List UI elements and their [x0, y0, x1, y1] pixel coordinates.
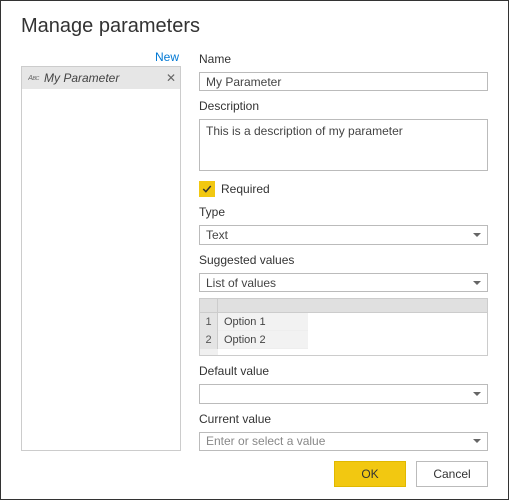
new-parameter-link[interactable]: New: [21, 50, 181, 66]
cancel-button[interactable]: Cancel: [416, 461, 488, 487]
values-grid[interactable]: 1 2 Option 1 Option 2: [199, 298, 488, 356]
current-value-label: Current value: [199, 412, 488, 426]
required-row: Required: [199, 181, 488, 197]
grid-corner: [200, 299, 218, 313]
text-type-icon: ABC: [28, 71, 40, 86]
dialog-title: Manage parameters: [21, 15, 488, 38]
checkmark-icon: [201, 183, 213, 195]
default-value-label: Default value: [199, 364, 488, 378]
form-panel: Name Description This is a description o…: [199, 50, 488, 451]
name-input[interactable]: [199, 72, 488, 91]
chevron-down-icon: [473, 439, 481, 443]
default-value-select[interactable]: [199, 384, 488, 403]
delete-parameter-icon[interactable]: ✕: [166, 71, 176, 85]
suggested-values-label: Suggested values: [199, 253, 488, 267]
dialog-footer: OK Cancel: [21, 461, 488, 487]
grid-cell[interactable]: Option 1: [218, 313, 308, 331]
current-value-placeholder: Enter or select a value: [206, 434, 325, 448]
row-header: 1: [200, 313, 218, 331]
description-input[interactable]: This is a description of my parameter: [199, 119, 488, 171]
parameter-list: ABC My Parameter ✕: [21, 66, 181, 451]
type-select[interactable]: Text: [199, 225, 488, 244]
grid-cell[interactable]: Option 2: [218, 331, 308, 349]
sidebar: New ABC My Parameter ✕: [21, 50, 181, 451]
dialog-content: New ABC My Parameter ✕ Name Description …: [21, 50, 488, 451]
chevron-down-icon: [473, 233, 481, 237]
type-value: Text: [206, 228, 228, 242]
description-label: Description: [199, 99, 488, 113]
chevron-down-icon: [473, 281, 481, 285]
required-label: Required: [221, 182, 270, 196]
manage-parameters-dialog: Manage parameters New ABC My Parameter ✕…: [1, 1, 508, 499]
current-value-select[interactable]: Enter or select a value: [199, 432, 488, 451]
svg-text:C: C: [36, 76, 40, 82]
ok-button[interactable]: OK: [334, 461, 406, 487]
suggested-values-select[interactable]: List of values: [199, 273, 488, 292]
row-header: 2: [200, 331, 218, 349]
name-label: Name: [199, 52, 488, 66]
parameter-item-label: My Parameter: [44, 71, 162, 85]
grid-header: [218, 299, 487, 313]
suggested-values-value: List of values: [206, 276, 276, 290]
chevron-down-icon: [473, 392, 481, 396]
required-checkbox[interactable]: [199, 181, 215, 197]
parameter-item[interactable]: ABC My Parameter ✕: [22, 67, 180, 89]
type-label: Type: [199, 205, 488, 219]
